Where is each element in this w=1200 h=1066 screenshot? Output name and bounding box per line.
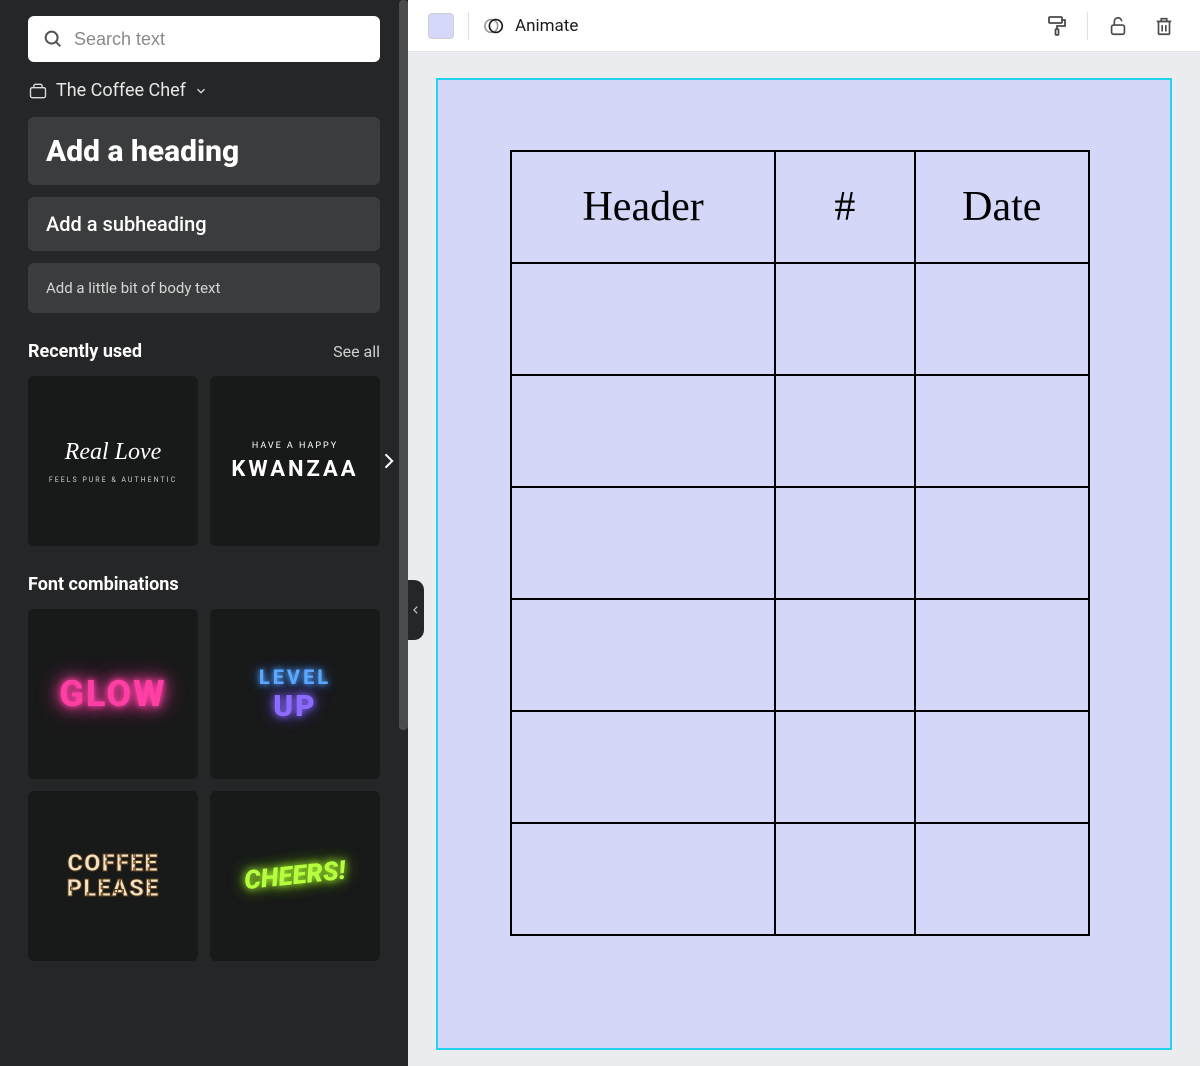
thumb-subtext: UP: [273, 689, 316, 724]
copy-style-button[interactable]: [1041, 10, 1073, 42]
font-combinations-title: Font combinations: [28, 574, 179, 595]
search-input[interactable]: [74, 29, 366, 50]
recently-used-row: Real Love FEELS PURE & AUTHENTIC HAVE A …: [0, 370, 408, 552]
table-cell[interactable]: [775, 711, 914, 823]
collapse-sidebar-handle[interactable]: [408, 580, 424, 640]
table-cell[interactable]: [915, 263, 1089, 375]
thumb-text: HAVE A HAPPY: [252, 441, 338, 451]
combo-level-up[interactable]: LEVEL UP: [210, 609, 380, 779]
table-cell[interactable]: [775, 823, 914, 935]
add-heading-label: Add a heading: [46, 134, 239, 169]
brand-icon: [28, 81, 48, 101]
animate-button[interactable]: Animate: [483, 15, 578, 37]
animate-icon: [483, 15, 505, 37]
table-row[interactable]: [511, 599, 1089, 711]
context-toolbar: Animate: [408, 0, 1200, 52]
brand-kit-selector[interactable]: The Coffee Chef: [0, 70, 408, 111]
table-cell[interactable]: [511, 487, 775, 599]
trash-icon: [1153, 15, 1175, 37]
thumb-text: LEVEL: [259, 665, 331, 689]
main-area: Animate: [408, 0, 1200, 1066]
thumb-text: Real Love: [65, 439, 162, 466]
thumb-subtext: FEELS PURE & AUTHENTIC: [49, 476, 177, 484]
text-sidebar: The Coffee Chef Add a heading Add a subh…: [0, 0, 408, 1066]
recent-item-real-love[interactable]: Real Love FEELS PURE & AUTHENTIC: [28, 376, 198, 546]
search-box[interactable]: [28, 16, 380, 62]
table-cell[interactable]: [775, 599, 914, 711]
unlock-icon: [1107, 15, 1129, 37]
recent-item-kwanzaa[interactable]: HAVE A HAPPY KWANZAA: [210, 376, 380, 546]
table-header-cell[interactable]: Date: [915, 151, 1089, 263]
thumb-text: CHEERS!: [243, 856, 347, 896]
thumb-text: COFFEE PLEASE: [67, 851, 160, 901]
table-cell[interactable]: [511, 823, 775, 935]
table-row[interactable]: [511, 711, 1089, 823]
table-cell[interactable]: [511, 263, 775, 375]
table-cell[interactable]: [775, 375, 914, 487]
table-header-cell[interactable]: #: [775, 151, 914, 263]
font-combo-row-2: COFFEE PLEASE CHEERS!: [0, 785, 408, 967]
add-heading-button[interactable]: Add a heading: [28, 117, 380, 185]
toolbar-divider: [1087, 12, 1088, 40]
add-body-label: Add a little bit of body text: [46, 279, 220, 297]
paint-roller-icon: [1045, 14, 1069, 38]
combo-coffee-please[interactable]: COFFEE PLEASE: [28, 791, 198, 961]
table-header-cell[interactable]: Header: [511, 151, 775, 263]
add-subheading-button[interactable]: Add a subheading: [28, 197, 380, 251]
thumb-subtext: KWANZAA: [231, 457, 358, 482]
recently-used-title: Recently used: [28, 341, 142, 362]
brand-label: The Coffee Chef: [56, 80, 186, 101]
lock-button[interactable]: [1102, 10, 1134, 42]
document-table[interactable]: Header # Date: [510, 150, 1090, 936]
thumb-text: GLOW: [59, 673, 166, 715]
combo-cheers[interactable]: CHEERS!: [210, 791, 380, 961]
chevron-down-icon: [194, 84, 208, 98]
document-page[interactable]: Header # Date: [438, 80, 1170, 1048]
table-cell[interactable]: [915, 375, 1089, 487]
delete-button[interactable]: [1148, 10, 1180, 42]
chevron-right-icon[interactable]: [378, 447, 398, 475]
table-cell[interactable]: [915, 599, 1089, 711]
table-cell[interactable]: [511, 711, 775, 823]
add-body-text-button[interactable]: Add a little bit of body text: [28, 263, 380, 313]
table-cell[interactable]: [915, 711, 1089, 823]
table-header-row[interactable]: Header # Date: [511, 151, 1089, 263]
table-cell[interactable]: [511, 599, 775, 711]
table-cell[interactable]: [775, 263, 914, 375]
table-row[interactable]: [511, 487, 1089, 599]
font-combo-row-1: GLOW LEVEL UP: [0, 603, 408, 785]
toolbar-divider: [468, 12, 469, 40]
table-cell[interactable]: [511, 375, 775, 487]
table-row[interactable]: [511, 375, 1089, 487]
combo-glow[interactable]: GLOW: [28, 609, 198, 779]
animate-label: Animate: [515, 16, 578, 36]
canvas-viewport[interactable]: Header # Date: [408, 52, 1200, 1066]
table-row[interactable]: [511, 823, 1089, 935]
add-subheading-label: Add a subheading: [46, 212, 207, 236]
color-swatch[interactable]: [428, 13, 454, 39]
see-all-link[interactable]: See all: [333, 342, 380, 361]
table-cell[interactable]: [915, 487, 1089, 599]
search-icon: [42, 28, 64, 50]
table-cell[interactable]: [915, 823, 1089, 935]
table-body: [511, 263, 1089, 935]
table-row[interactable]: [511, 263, 1089, 375]
table-cell[interactable]: [775, 487, 914, 599]
